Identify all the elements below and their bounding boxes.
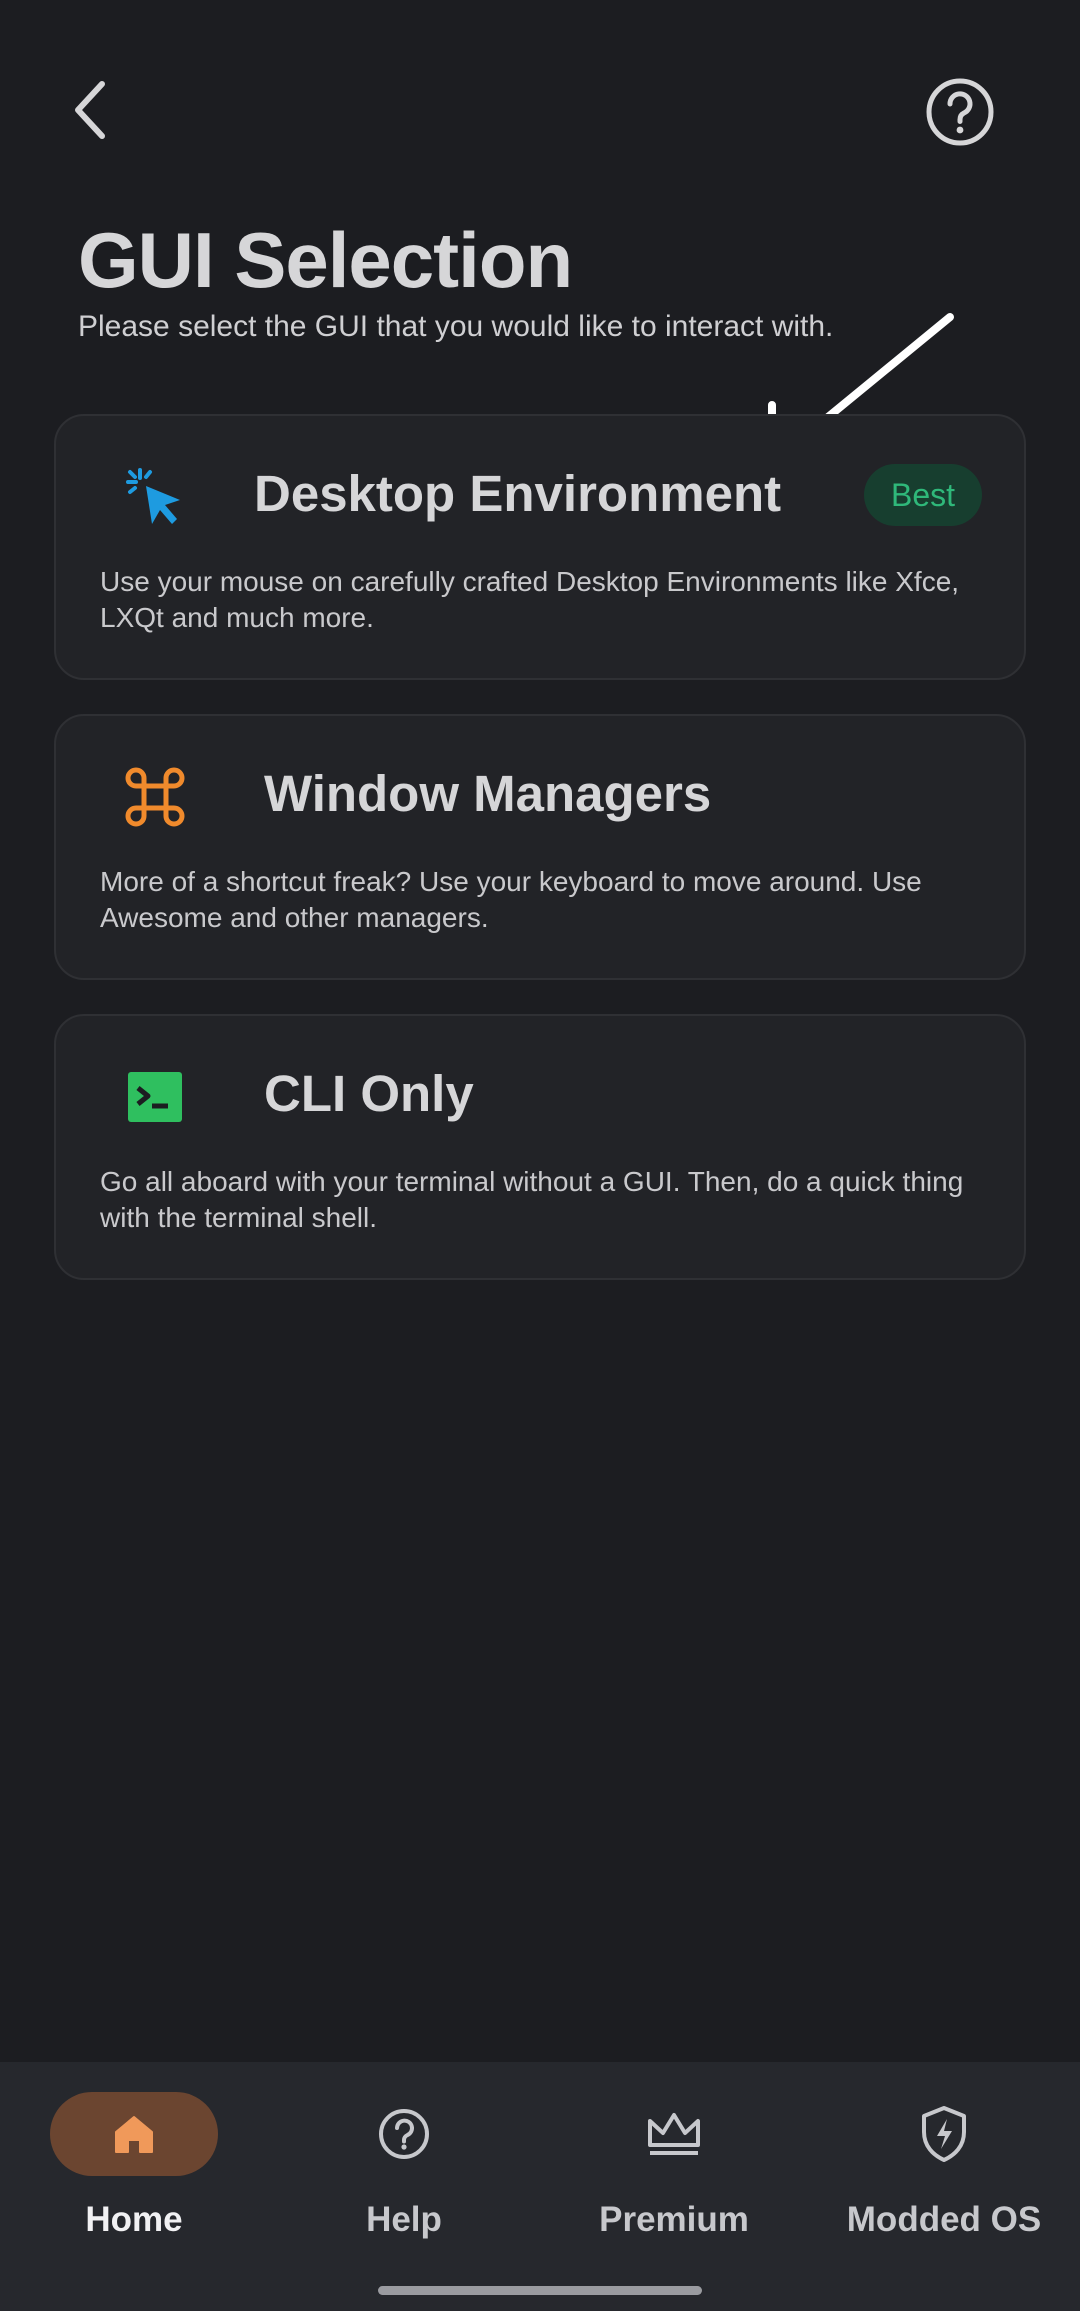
home-icon (115, 2116, 153, 2153)
shield-bolt-icon (922, 2106, 966, 2162)
card-title: Window Managers (264, 765, 712, 822)
cli-only-card[interactable]: CLI Only Go all aboard with your termina… (54, 1014, 1026, 1280)
help-circle-icon (379, 2109, 429, 2159)
help-circle-icon (926, 78, 994, 146)
crown-icon (648, 2113, 700, 2155)
card-title: Desktop Environment (254, 465, 782, 522)
help-button[interactable] (925, 77, 995, 147)
command-key-icon (122, 764, 188, 830)
card-description: Go all aboard with your terminal without… (100, 1166, 964, 1233)
page-title: GUI Selection (78, 216, 573, 304)
card-description: More of a shortcut freak? Use your keybo… (100, 866, 922, 933)
terminal-icon (122, 1064, 188, 1130)
top-bar (0, 0, 1080, 220)
card-description: Use your mouse on carefully crafted Desk… (100, 566, 960, 633)
bottom-navigation: Home Help Premium Modded OS (0, 2062, 1080, 2311)
nav-icon-wrap (590, 2092, 758, 2176)
nav-item-home[interactable]: Home (14, 2092, 254, 2262)
cursor-click-icon (122, 464, 188, 530)
nav-item-help[interactable]: Help (284, 2092, 524, 2262)
card-title: CLI Only (264, 1065, 474, 1122)
nav-label: Help (366, 2200, 442, 2239)
chevron-left-icon (75, 81, 105, 139)
nav-item-premium[interactable]: Premium (554, 2092, 794, 2262)
back-button[interactable] (60, 70, 120, 150)
nav-item-modded-os[interactable]: Modded OS (824, 2092, 1064, 2262)
page-subtitle: Please select the GUI that you would lik… (78, 310, 834, 343)
nav-label: Home (85, 2200, 183, 2239)
best-badge: Best (864, 464, 982, 526)
nav-icon-wrap (860, 2092, 1028, 2176)
desktop-environment-card[interactable]: Desktop Environment Best Use your mouse … (54, 414, 1026, 680)
nav-label: Modded OS (846, 2200, 1042, 2239)
nav-active-indicator (50, 2092, 218, 2176)
home-indicator[interactable] (378, 2286, 702, 2295)
nav-icon-wrap (320, 2092, 488, 2176)
nav-label: Premium (599, 2200, 749, 2239)
window-managers-card[interactable]: Window Managers More of a shortcut freak… (54, 714, 1026, 980)
